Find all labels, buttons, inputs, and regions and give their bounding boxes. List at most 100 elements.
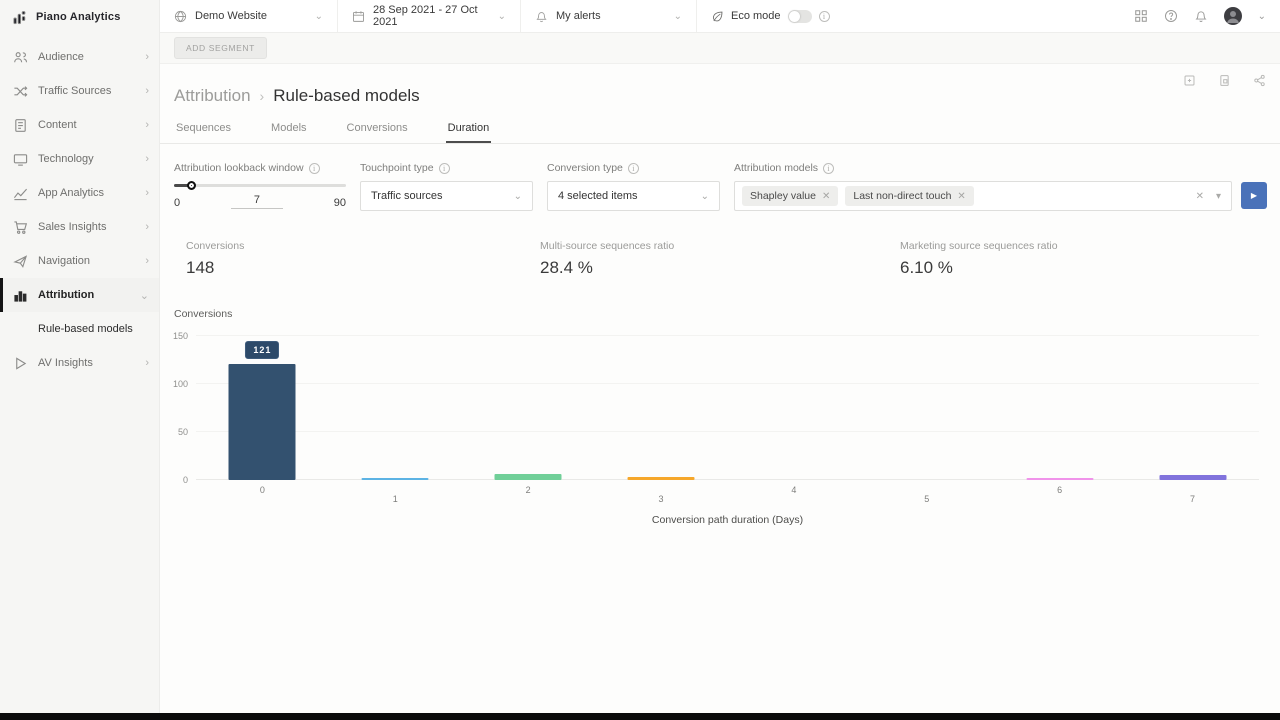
chart-plot: 05010015001211234567	[196, 336, 1259, 480]
sidebar-subitem-rule-based-models[interactable]: Rule-based models	[0, 312, 159, 346]
monitor-icon	[12, 151, 28, 167]
page-tools	[1183, 74, 1266, 87]
conversion-type-select[interactable]: 4 selected items ⌄	[547, 181, 720, 211]
lookback-value-input[interactable]	[231, 194, 283, 209]
date-range-selector[interactable]: 28 Sep 2021 - 27 Oct 2021 ⌄	[338, 0, 521, 32]
chevron-right-icon: ›	[145, 51, 149, 63]
chevron-down-icon: ⌄	[701, 191, 709, 202]
chevron-right-icon: ›	[145, 187, 149, 199]
bar-slot: 5	[860, 336, 993, 480]
sidebar-item-label: App Analytics	[38, 187, 135, 199]
sidebar-item-av-insights[interactable]: AV Insights ›	[0, 346, 159, 380]
app-root: Piano Analytics Audience › Traffic Sourc…	[0, 0, 1280, 720]
leaf-icon	[711, 10, 724, 23]
sidebar-item-audience[interactable]: Audience ›	[0, 40, 159, 74]
user-avatar[interactable]	[1224, 7, 1242, 25]
touchpoint-type-value: Traffic sources	[371, 190, 443, 202]
y-axis-tick: 150	[173, 331, 188, 341]
chart-x-axis-title: Conversion path duration (Days)	[196, 514, 1259, 526]
bar-slot: 6	[993, 336, 1126, 480]
eco-mode-toggle[interactable]	[788, 10, 812, 23]
alerts-selector[interactable]: My alerts ⌄	[521, 0, 697, 32]
chip-remove-icon[interactable]: ✕	[957, 191, 965, 202]
site-selector[interactable]: Demo Website ⌄	[160, 0, 338, 32]
sidebar-item-label: AV Insights	[38, 357, 135, 369]
model-chip-last-non-direct: Last non-direct touch ✕	[845, 186, 973, 206]
x-axis-tick: 6	[1057, 485, 1062, 495]
tab-duration[interactable]: Duration	[446, 118, 492, 143]
bar-3[interactable]	[628, 477, 695, 480]
tab-conversions[interactable]: Conversions	[345, 118, 410, 143]
info-icon: i	[309, 163, 320, 174]
sidebar-item-app-analytics[interactable]: App Analytics ›	[0, 176, 159, 210]
apply-filters-button[interactable]: ▶	[1241, 182, 1267, 209]
chevron-down-icon: ⌄	[498, 11, 506, 22]
lookback-slider[interactable]	[174, 181, 346, 190]
slider-track[interactable]	[174, 184, 346, 187]
chevron-down-icon[interactable]: ▾	[1216, 191, 1221, 202]
calendar-icon	[352, 10, 365, 23]
slider-knob[interactable]	[187, 181, 196, 190]
sidebar-item-technology[interactable]: Technology ›	[0, 142, 159, 176]
slider-max: 90	[334, 197, 346, 209]
attribution-models-multiselect[interactable]: Shapley value ✕ Last non-direct touch ✕ …	[734, 181, 1232, 211]
paper-plane-icon	[12, 253, 28, 269]
kpi-value: 28.4 %	[540, 258, 674, 278]
shuffle-icon	[12, 83, 28, 99]
bar-0[interactable]	[229, 364, 296, 480]
sidebar-item-label: Content	[38, 119, 135, 131]
toggle-knob	[789, 11, 800, 22]
sidebar-item-traffic-sources[interactable]: Traffic Sources ›	[0, 74, 159, 108]
kpi-multi-source-ratio: Multi-source sequences ratio 28.4 %	[540, 240, 674, 278]
breadcrumb-parent[interactable]: Attribution	[174, 86, 251, 106]
topbar-right: ⌄	[1134, 0, 1280, 32]
notifications-bell-icon[interactable]	[1194, 9, 1208, 23]
bar-1[interactable]	[362, 478, 429, 480]
clear-all-icon[interactable]: ✕	[1196, 191, 1204, 202]
main-content: Attribution › Rule-based models Sequence…	[160, 64, 1280, 713]
kpi-label: Marketing source sequences ratio	[900, 240, 1058, 252]
bar-2[interactable]	[495, 474, 562, 480]
conversion-type-value: 4 selected items	[558, 190, 637, 202]
bar-slot: 0121	[196, 336, 329, 480]
add-segment-button[interactable]: ADD SEGMENT	[174, 37, 267, 59]
bar-6[interactable]	[1026, 478, 1093, 480]
help-icon[interactable]	[1164, 9, 1178, 23]
sidebar-item-sales-insights[interactable]: Sales Insights ›	[0, 210, 159, 244]
tab-sequences[interactable]: Sequences	[174, 118, 233, 143]
kpi-label: Conversions	[186, 240, 244, 252]
info-icon: i	[439, 163, 450, 174]
bar-slot: 4	[728, 336, 861, 480]
line-chart-icon	[12, 185, 28, 201]
tab-bar: Sequences Models Conversions Duration	[160, 118, 1280, 144]
sidebar-item-navigation[interactable]: Navigation ›	[0, 244, 159, 278]
sidebar-item-label: Attribution	[38, 289, 130, 301]
bar-7[interactable]	[1159, 475, 1226, 480]
chevron-down-icon[interactable]: ⌄	[1258, 11, 1266, 22]
conversions-chart: Conversions 05010015001211234567 Convers…	[160, 308, 1280, 526]
share-icon[interactable]	[1253, 74, 1266, 87]
chevron-down-icon: ⌄	[514, 191, 522, 202]
play-icon	[12, 355, 28, 371]
chip-label: Last non-direct touch	[853, 190, 951, 202]
bar-slot: 1	[329, 336, 462, 480]
chip-remove-icon[interactable]: ✕	[822, 191, 830, 202]
apps-grid-icon[interactable]	[1134, 9, 1148, 23]
segment-bar: ADD SEGMENT	[160, 33, 1280, 64]
bar-slot: 2	[462, 336, 595, 480]
bottom-bar	[0, 713, 1280, 720]
sidebar-item-attribution[interactable]: Attribution ⌄	[0, 278, 159, 312]
chevron-right-icon: ›	[145, 357, 149, 369]
sidebar-item-content[interactable]: Content ›	[0, 108, 159, 142]
tab-models[interactable]: Models	[269, 118, 308, 143]
touchpoint-type-select[interactable]: Traffic sources ⌄	[360, 181, 533, 211]
model-chip-shapley: Shapley value ✕	[742, 186, 838, 206]
eco-mode-control: Eco mode i	[697, 0, 844, 32]
export-copy-icon[interactable]	[1218, 74, 1231, 87]
sidebar-item-label: Technology	[38, 153, 135, 165]
sidebar-item-label: Sales Insights	[38, 221, 135, 233]
document-icon	[12, 117, 28, 133]
chevron-right-icon: ›	[145, 255, 149, 267]
save-bookmark-icon[interactable]	[1183, 74, 1196, 87]
eco-mode-label: Eco mode	[731, 10, 781, 22]
